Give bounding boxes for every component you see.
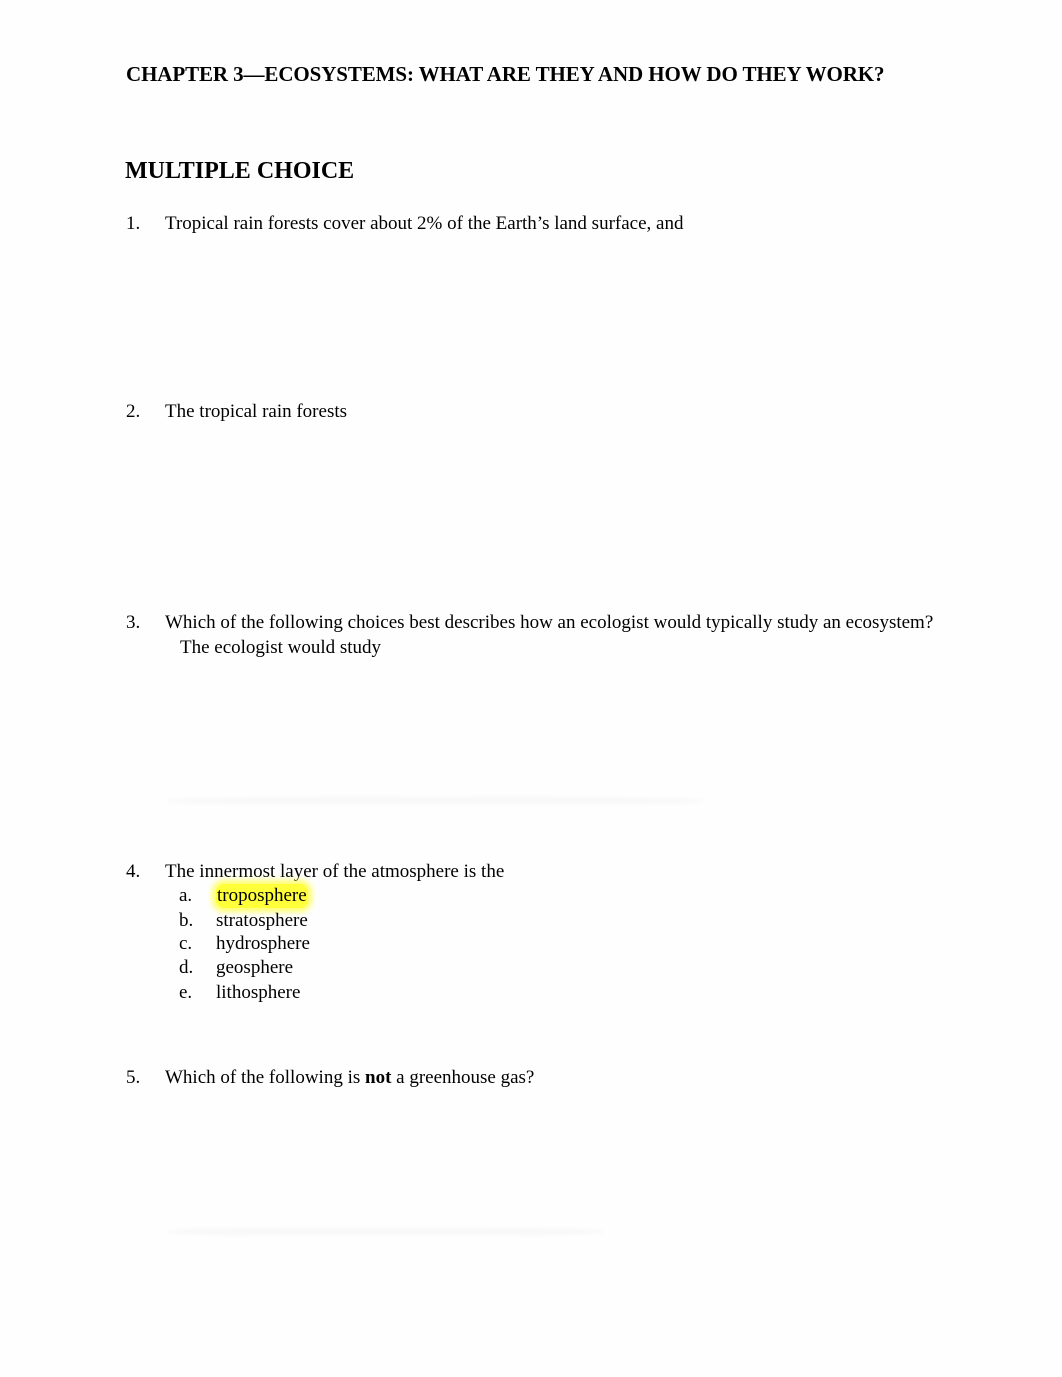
chapter-title: CHAPTER 3—ECOSYSTEMS: WHAT ARE THEY AND … [126, 62, 885, 86]
option-letter: c. [179, 933, 193, 954]
question-number: 1. [126, 213, 141, 234]
question-text-emphasis: not [365, 1067, 392, 1088]
option-text: geosphere [216, 957, 294, 978]
question-text-after: a greenhouse gas? [391, 1067, 535, 1088]
question-number: 4. [126, 861, 141, 882]
question-text: The innermost layer of the atmosphere is… [165, 861, 505, 882]
question-number: 5. [126, 1067, 141, 1088]
option-text: lithosphere [216, 982, 301, 1003]
option-text-highlighted: troposphere [216, 884, 308, 908]
question-text: Which of the following is not a greenhou… [165, 1066, 534, 1090]
question-text: Tropical rain forests cover about 2% of … [165, 213, 684, 234]
document-page: CHAPTER 3—ECOSYSTEMS: WHAT ARE THEY AND … [0, 0, 1062, 1377]
option-letter: a. [179, 885, 193, 906]
redaction-smudge [165, 796, 705, 806]
question-text-before: Which of the following is [165, 1067, 365, 1088]
question-text: The tropical rain forests [165, 401, 348, 422]
redaction-smudge [165, 1227, 605, 1237]
question-number: 3. [126, 612, 141, 633]
option-letter: b. [179, 910, 194, 931]
option-text: hydrosphere [216, 933, 310, 954]
question-text-continued: The ecologist would study [180, 637, 382, 658]
question-text: Which of the following choices best desc… [165, 612, 934, 633]
option-letter: e. [179, 982, 193, 1003]
option-text: stratosphere [216, 910, 308, 931]
section-heading: MULTIPLE CHOICE [125, 158, 355, 184]
option-letter: d. [179, 957, 194, 978]
question-number: 2. [126, 401, 141, 422]
